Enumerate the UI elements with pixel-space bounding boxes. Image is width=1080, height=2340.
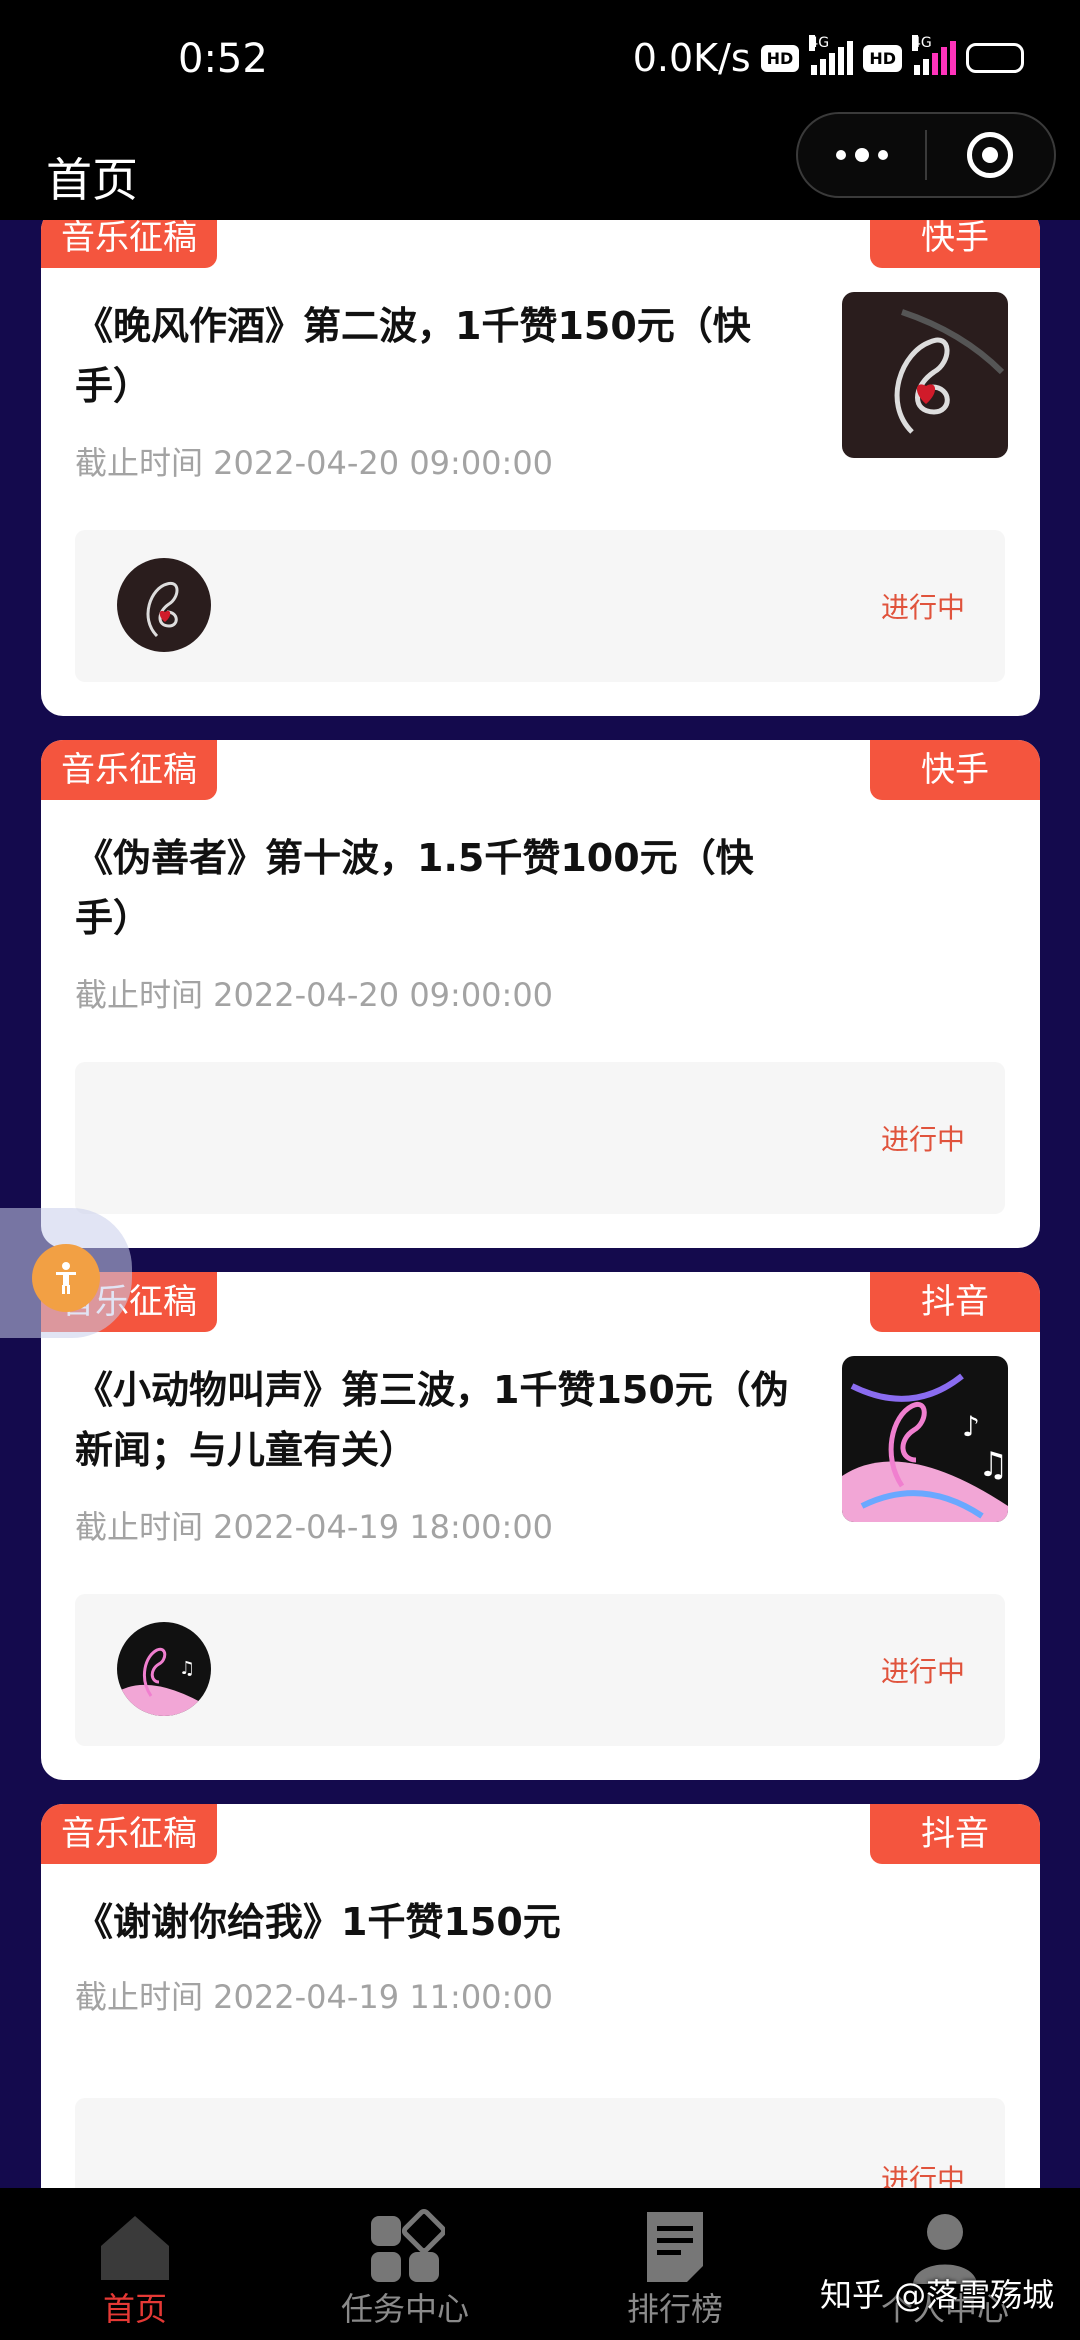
- category-tag: 音乐征稿: [41, 740, 217, 800]
- status-label: 进行中: [880, 2163, 965, 2188]
- status-time: 0:52: [178, 36, 268, 82]
- task-card[interactable]: 音乐征稿 快手 《伪善者》第十波，1.5千赞100元（快手） 截止时间 2022…: [41, 740, 1040, 1248]
- task-title: 《小动物叫声》第三波，1千赞150元（伪新闻；与儿童有关）: [75, 1368, 789, 1472]
- card-footer: 进行中: [75, 1062, 1005, 1214]
- tab-label: 首页: [102, 2290, 167, 2328]
- ranking-document-icon: [647, 2212, 703, 2282]
- net-speed: 0.0K/s: [632, 36, 751, 80]
- card-footer: 进行中: [75, 2098, 1005, 2188]
- network-type-2: 4G: [912, 35, 932, 51]
- svg-text:♪: ♪: [962, 1410, 980, 1443]
- card-footer: 进行中: [75, 530, 1005, 682]
- hd-badge-2: HD: [863, 44, 902, 72]
- task-card[interactable]: 音乐征稿 快手 《晚风作酒》第二波，1千赞150元（快手） 截止时间 2022-…: [41, 220, 1040, 716]
- floating-assist-button[interactable]: [0, 1208, 132, 1338]
- signal-icon: 4G: [809, 35, 854, 75]
- tab-label: 排行榜: [626, 2290, 723, 2328]
- task-card[interactable]: 音乐征稿 抖音 《谢谢你给我》1千赞150元 截止时间 2022-04-19 1…: [41, 1804, 1040, 2188]
- hd-badge: HD: [760, 44, 800, 72]
- category-tag: 音乐征稿: [41, 220, 217, 268]
- battery-level: 81: [977, 44, 1005, 68]
- task-deadline: 截止时间 2022-04-19 18:00:00: [75, 1508, 554, 1546]
- mini-program-capsule: [796, 112, 1056, 198]
- task-grid-icon: [371, 2208, 445, 2282]
- platform-tag: 抖音: [870, 1804, 1040, 1864]
- task-list[interactable]: 音乐征稿 快手 《晚风作酒》第二波，1千赞150元（快手） 截止时间 2022-…: [0, 220, 1080, 2188]
- status-label: 进行中: [880, 591, 965, 624]
- tab-label: 任务中心: [340, 2290, 469, 2328]
- platform-tag: 快手: [870, 220, 1040, 268]
- more-button[interactable]: [798, 114, 925, 196]
- task-deadline: 截止时间 2022-04-19 11:00:00: [75, 1978, 554, 2016]
- bottom-tab-bar: 首页 任务中心 排行榜 个人中心: [0, 2188, 1080, 2340]
- page-title: 首页: [46, 153, 138, 207]
- avatar: [117, 558, 211, 652]
- task-deadline: 截止时间 2022-04-20 09:00:00: [75, 976, 554, 1014]
- status-label: 进行中: [880, 1123, 965, 1156]
- status-icons: 0.0K/s HD 4G HD 4G 81: [632, 35, 1024, 80]
- svg-text:♫: ♫: [179, 1658, 195, 1679]
- home-icon: [101, 2216, 169, 2280]
- platform-tag: 抖音: [870, 1272, 1040, 1332]
- task-title: 《伪善者》第十波，1.5千赞100元（快手）: [75, 836, 754, 940]
- more-dot-icon: [854, 148, 869, 162]
- category-tag: 音乐征稿: [41, 1804, 217, 1864]
- task-deadline: 截止时间 2022-04-20 09:00:00: [75, 444, 554, 482]
- watermark: 知乎 @落雪殇城: [820, 2276, 1055, 2314]
- status-label: 进行中: [880, 1655, 965, 1688]
- battery-icon: 81: [966, 43, 1024, 73]
- task-title: 《谢谢你给我》1千赞150元: [75, 1900, 561, 1944]
- more-dot-icon: [877, 150, 888, 160]
- tab-home[interactable]: 首页: [0, 2188, 270, 2340]
- task-title: 《晚风作酒》第二波，1千赞150元（快手）: [75, 304, 751, 408]
- network-type: 4G: [809, 35, 830, 51]
- cover-image: [842, 292, 1008, 458]
- tab-ranking[interactable]: 排行榜: [540, 2188, 810, 2340]
- accessibility-icon: [32, 1244, 100, 1312]
- more-dot-icon: [835, 150, 846, 160]
- tab-task-center[interactable]: 任务中心: [270, 2188, 540, 2340]
- card-footer: ♫ 进行中: [75, 1594, 1005, 1746]
- tab-profile[interactable]: 个人中心: [810, 2188, 1080, 2340]
- task-card[interactable]: 音乐征稿 抖音 《小动物叫声》第三波，1千赞150元（伪新闻；与儿童有关） 截止…: [41, 1272, 1040, 1780]
- close-button[interactable]: [927, 114, 1054, 196]
- platform-tag: 快手: [870, 740, 1040, 800]
- target-close-icon: [967, 132, 1014, 178]
- avatar: ♫: [117, 1622, 211, 1716]
- cover-image: ♪ ♫: [842, 1356, 1008, 1522]
- signal-icon-2: 4G: [912, 35, 956, 75]
- svg-text:♫: ♫: [978, 1445, 1008, 1485]
- status-bar: 0:52 0.0K/s HD 4G HD 4G 81: [0, 0, 1080, 120]
